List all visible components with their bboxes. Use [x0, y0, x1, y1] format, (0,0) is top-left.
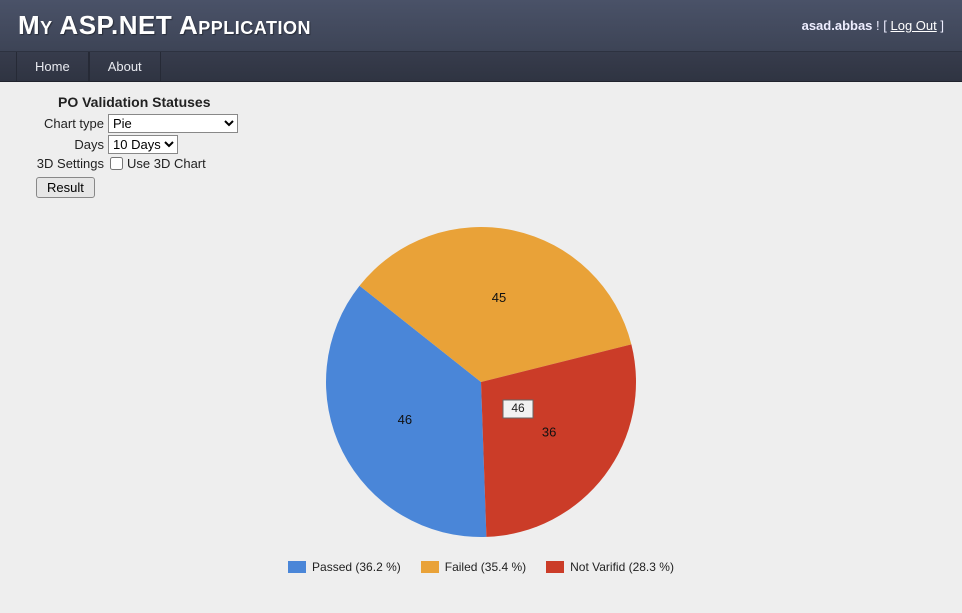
legend-label: Failed (35.4 %) [445, 560, 526, 574]
use-3d-label: Use 3D Chart [127, 156, 206, 171]
result-button[interactable]: Result [36, 177, 95, 198]
days-select[interactable]: 10 Days [108, 135, 178, 154]
chart-tooltip: 46 [503, 400, 533, 418]
user-area: asad.abbas ! [ Log Out ] [802, 18, 944, 33]
main-nav: Home About [0, 52, 962, 82]
slice-label: 46 [398, 412, 412, 427]
chart-type-row: Chart type Pie [18, 114, 944, 133]
nav-home[interactable]: Home [16, 52, 89, 81]
user-separator: ! [ [876, 18, 890, 33]
chart-legend: Passed (36.2 %) Failed (35.4 %) Not Varifi… [288, 560, 674, 574]
3d-settings-row: 3D Settings Use 3D Chart [18, 156, 944, 171]
legend-item-passed[interactable]: Passed (36.2 %) [288, 560, 401, 574]
slice-label: 36 [542, 425, 556, 440]
svg-text:46: 46 [511, 401, 525, 415]
section-title: PO Validation Statuses [58, 94, 944, 110]
days-row: Days 10 Days [18, 135, 944, 154]
user-separator-close: ] [937, 18, 944, 33]
legend-swatch [288, 561, 306, 573]
chart-type-select[interactable]: Pie [108, 114, 238, 133]
chart-type-label: Chart type [18, 116, 108, 131]
slice-label: 45 [492, 290, 506, 305]
legend-swatch [421, 561, 439, 573]
app-header: My ASP.NET Application asad.abbas ! [ Lo… [0, 0, 962, 52]
username: asad.abbas [802, 18, 873, 33]
pie-chart: 46 45 36 46 [271, 212, 691, 552]
chart-container: 46 45 36 46 Passed (36.2 %) Failed (35.4 %) N… [18, 212, 944, 574]
use-3d-checkbox[interactable] [110, 157, 123, 170]
content-area: PO Validation Statuses Chart type Pie Da… [0, 82, 962, 586]
days-label: Days [18, 137, 108, 152]
legend-item-notverified[interactable]: Not Varifid (28.3 %) [546, 560, 674, 574]
legend-label: Passed (36.2 %) [312, 560, 401, 574]
3d-settings-label: 3D Settings [18, 156, 108, 171]
nav-about[interactable]: About [89, 52, 161, 81]
legend-label: Not Varifid (28.3 %) [570, 560, 674, 574]
legend-item-failed[interactable]: Failed (35.4 %) [421, 560, 526, 574]
logout-link[interactable]: Log Out [891, 18, 937, 33]
app-title: My ASP.NET Application [18, 10, 311, 41]
legend-swatch [546, 561, 564, 573]
